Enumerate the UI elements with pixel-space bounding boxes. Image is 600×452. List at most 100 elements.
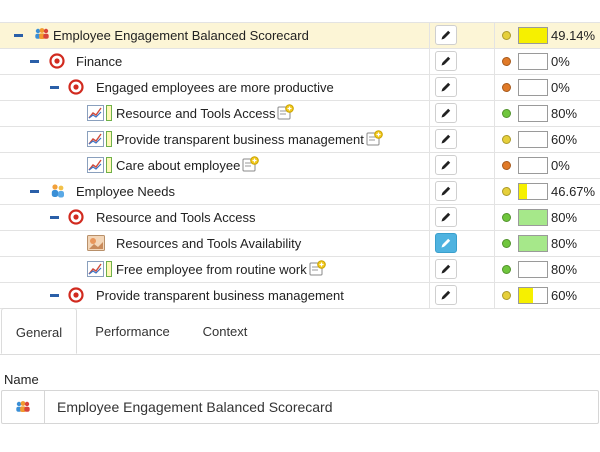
tree-row[interactable]: Employee Engagement Balanced Scorecard 49… <box>0 23 600 49</box>
column-divider <box>429 101 430 126</box>
tree-row[interactable]: Resource and Tools Access 80% <box>0 101 600 127</box>
pencil-icon <box>440 211 452 223</box>
row-label: Finance <box>76 54 123 69</box>
edit-button[interactable] <box>435 155 457 175</box>
row-label: Free employee from routine work <box>116 262 307 277</box>
tab-performance[interactable]: Performance <box>84 308 181 354</box>
name-input[interactable]: Employee Engagement Balanced Scorecard <box>57 399 333 415</box>
status-indicator-icon <box>502 239 511 248</box>
column-divider <box>494 101 495 126</box>
edit-button[interactable] <box>435 285 457 305</box>
progress-bar-fill <box>519 288 533 303</box>
collapse-icon[interactable] <box>50 216 59 219</box>
edit-button[interactable] <box>435 51 457 71</box>
row-label: Employee Needs <box>76 184 175 199</box>
edit-button[interactable] <box>435 259 457 279</box>
note-icon[interactable] <box>309 260 326 276</box>
status-indicator-icon <box>502 187 511 196</box>
column-divider <box>494 23 495 48</box>
edit-button[interactable] <box>435 103 457 123</box>
performance-value: 46.67% <box>551 184 596 199</box>
edit-button[interactable] <box>435 25 457 45</box>
status-indicator-icon <box>502 135 511 144</box>
image-kpi-icon <box>87 235 105 251</box>
collapse-icon[interactable] <box>30 60 39 63</box>
tree-row[interactable]: Employee Needs 46.67% <box>0 179 600 205</box>
kpi-chart-icon <box>87 105 113 121</box>
performance-value: 60% <box>551 132 578 147</box>
tab-context[interactable]: Context <box>188 308 262 354</box>
pencil-icon <box>440 159 452 171</box>
status-indicator-icon <box>502 161 511 170</box>
pencil-icon <box>440 237 452 249</box>
objective-target-icon <box>68 287 84 303</box>
kpi-chart-icon <box>87 157 113 173</box>
column-divider <box>429 49 430 74</box>
tree-row[interactable]: Resources and Tools Availability 80% <box>0 231 600 257</box>
objective-target-icon <box>68 79 84 95</box>
progress-bar <box>518 157 548 174</box>
column-divider <box>494 127 495 152</box>
tab-general[interactable]: General <box>1 308 77 354</box>
tree-row[interactable]: Provide transparent business management 6… <box>0 127 600 153</box>
objective-target-icon <box>49 53 65 69</box>
column-divider <box>429 153 430 178</box>
tree-row[interactable]: Free employee from routine work 80% <box>0 257 600 283</box>
edit-button[interactable] <box>435 207 457 227</box>
row-label: Engaged employees are more productive <box>96 80 334 95</box>
people-icon <box>49 183 65 199</box>
progress-bar-fill <box>519 236 547 251</box>
pencil-icon <box>440 289 452 301</box>
performance-value: 80% <box>551 210 578 225</box>
name-addon <box>2 391 45 423</box>
column-divider <box>494 205 495 230</box>
column-divider <box>494 179 495 204</box>
performance-value: 0% <box>551 158 570 173</box>
kpi-chart-icon <box>87 261 113 277</box>
status-indicator-icon <box>502 265 511 274</box>
name-label: Name <box>4 372 39 387</box>
row-label: Resource and Tools Access <box>96 210 256 225</box>
column-divider <box>429 283 430 308</box>
column-divider <box>494 257 495 282</box>
progress-bar <box>518 53 548 70</box>
team-icon <box>33 27 49 43</box>
edit-button[interactable] <box>435 129 457 149</box>
pencil-icon <box>440 263 452 275</box>
pencil-icon <box>440 81 452 93</box>
collapse-icon[interactable] <box>14 34 23 37</box>
tree-row[interactable]: Finance 0% <box>0 49 600 75</box>
row-label: Provide transparent business management <box>96 288 344 303</box>
performance-value: 0% <box>551 54 570 69</box>
collapse-icon[interactable] <box>50 294 59 297</box>
collapse-icon[interactable] <box>50 86 59 89</box>
status-indicator-icon <box>502 31 511 40</box>
tree-row[interactable]: Care about employee 0% <box>0 153 600 179</box>
tree-row[interactable]: Engaged employees are more productive 0% <box>0 75 600 101</box>
tree-row[interactable]: Provide transparent business management 6… <box>0 283 600 309</box>
edit-button[interactable] <box>435 181 457 201</box>
status-indicator-icon <box>502 291 511 300</box>
row-label: Resources and Tools Availability <box>116 236 302 251</box>
progress-bar <box>518 261 548 278</box>
note-icon[interactable] <box>366 130 383 146</box>
performance-value: 49.14% <box>551 28 596 43</box>
tree-row[interactable]: Resource and Tools Access 80% <box>0 205 600 231</box>
pencil-icon <box>440 55 452 67</box>
column-divider <box>429 179 430 204</box>
progress-bar <box>518 183 548 200</box>
row-label: Care about employee <box>116 158 241 173</box>
edit-button[interactable] <box>435 77 457 97</box>
pencil-icon <box>440 29 452 41</box>
performance-value: 60% <box>551 288 578 303</box>
pencil-icon <box>440 107 452 119</box>
collapse-icon[interactable] <box>30 190 39 193</box>
edit-button[interactable] <box>435 233 457 253</box>
note-icon[interactable] <box>277 104 294 120</box>
name-field[interactable]: Employee Engagement Balanced Scorecard <box>1 390 599 424</box>
column-divider <box>494 75 495 100</box>
note-icon[interactable] <box>242 156 259 172</box>
progress-bar <box>518 287 548 304</box>
detail-tabs: General Performance Context <box>0 308 600 355</box>
progress-bar-fill <box>519 184 528 199</box>
